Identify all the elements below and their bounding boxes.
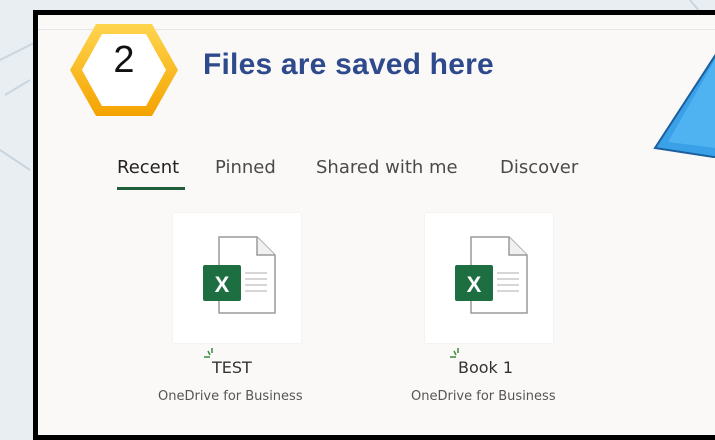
file-card-book-1[interactable]: X — [425, 213, 553, 343]
file-name-test[interactable]: TEST — [212, 358, 252, 377]
tab-recent[interactable]: Recent — [117, 157, 179, 178]
pointer-arrow — [653, 53, 715, 158]
callout-heading: Files are saved here — [203, 48, 494, 81]
file-card-test[interactable]: X — [173, 213, 301, 343]
sync-status-icon — [204, 348, 213, 358]
file-location-test: OneDrive for Business — [158, 389, 303, 404]
active-tab-indicator — [117, 187, 185, 190]
svg-text:X: X — [467, 272, 482, 297]
excel-file-icon: X — [455, 236, 528, 314]
svg-text:X: X — [215, 272, 230, 297]
file-location-book-1: OneDrive for Business — [411, 389, 556, 404]
sync-status-icon — [450, 348, 459, 358]
tab-shared-with-me[interactable]: Shared with me — [316, 157, 458, 178]
excel-file-icon: X — [203, 236, 276, 314]
step-number: 2 — [113, 39, 135, 81]
file-name-book-1[interactable]: Book 1 — [458, 358, 513, 377]
tab-discover[interactable]: Discover — [500, 157, 578, 178]
tab-pinned[interactable]: Pinned — [215, 157, 276, 178]
